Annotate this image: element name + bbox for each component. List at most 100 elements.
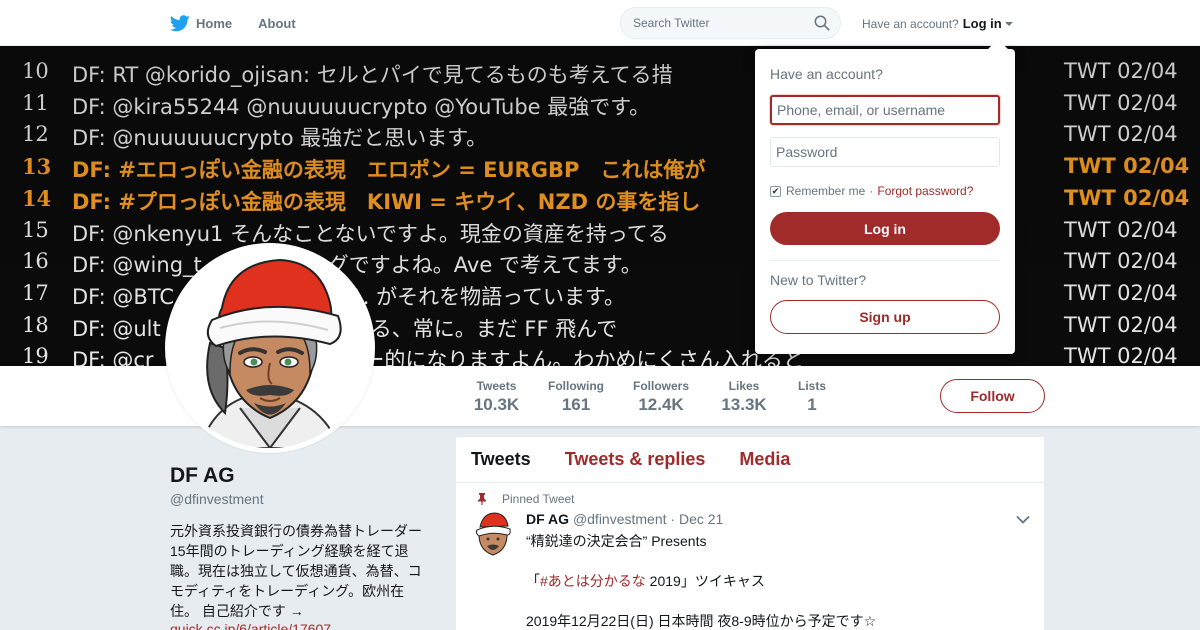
timeline-tabs: Tweets Tweets & replies Media [456, 437, 1044, 483]
account-prompt-text: Have an account? [862, 16, 959, 31]
tab-tweets-and-replies[interactable]: Tweets & replies [565, 449, 706, 470]
username-field[interactable] [770, 95, 1000, 125]
pinned-indicator: Pinned Tweet [478, 492, 575, 506]
banner-line-text: DF: @nkenyu1 そんなことないですよ。現金の資産を持ってる [72, 221, 669, 246]
tweet-avatar[interactable] [471, 510, 515, 560]
caret-down-icon [1004, 21, 1013, 26]
tweet-line-gap [526, 591, 1026, 611]
stat-following[interactable]: Following 161 [541, 366, 611, 426]
banner-line: 10 DF: RT @korido_ojisan: セルとパイで見てるものも考えて… [0, 56, 1200, 88]
stat-likes-value: 13.3K [721, 395, 767, 414]
banner-line-number: 15 [22, 217, 49, 242]
stat-following-value: 161 [561, 395, 591, 414]
banner-line-meta: TWT 02/04 [1064, 185, 1190, 210]
banner-line-number: 12 [22, 122, 49, 147]
pinned-label: Pinned Tweet [502, 492, 575, 506]
banner-line-number: 11 [22, 90, 49, 115]
stat-lists[interactable]: Lists 1 [792, 366, 832, 426]
banner-line-text: DF: @kira55244 @nuuuuuucrypto @YouTube 最… [72, 94, 651, 119]
banner-line-meta: TWT 02/04 [1064, 154, 1190, 179]
forgot-password-link[interactable]: Forgot password? [877, 184, 973, 198]
login-toggle-label: Log in [962, 16, 1002, 31]
banner-line-meta: TWT 02/04 [1064, 59, 1178, 83]
tweet-header: DF AG @dfinvestment · Dec 21 [526, 511, 723, 527]
stat-tweets[interactable]: Tweets 10.3K [460, 366, 533, 426]
tweet-body: “精鋭達の決定会合” Presents 「#あとは分かるな 2019」ツイキャス… [526, 531, 1026, 630]
banner-line-text: DF: #プロっぽい金融の表現 KIWI = キウイ、NZD の事を指し [72, 189, 701, 214]
banner-line: 12 DF: @nuuuuuucrypto 最強だと思います。 TWT 02/04 [0, 119, 1200, 151]
follow-button[interactable]: Follow [940, 379, 1045, 413]
stat-tweets-value: 10.3K [473, 395, 520, 414]
banner-line-meta: TWT 02/04 [1064, 217, 1178, 242]
tweet-separator: · [670, 511, 676, 527]
profile-handle[interactable]: @dfinvestment [170, 491, 264, 507]
banner-line-meta: TWT 02/04 [1064, 280, 1178, 305]
tweet-author-name[interactable]: DF AG [526, 511, 569, 527]
stat-followers[interactable]: Followers 12.4K [627, 366, 695, 426]
banner-line-meta: TWT 02/04 [1064, 249, 1178, 274]
avatar-illustration [170, 248, 370, 448]
tweet-date[interactable]: Dec 21 [679, 511, 723, 527]
tweet-line-1: “精鋭達の決定会合” Presents [526, 533, 707, 549]
banner-line: 13 DF: #エロっぽい金融の表現 エロポン = EURGBP これは俺が TWT… [0, 151, 1200, 183]
stat-likes[interactable]: Likes 13.3K [714, 366, 774, 426]
banner-line-number: 10 [22, 59, 49, 83]
nav-about[interactable]: About [258, 16, 296, 31]
banner-line-number: 16 [22, 249, 49, 274]
tweet-avatar-illustration [475, 512, 511, 556]
banner-line-number: 17 [22, 280, 49, 305]
banner-line-number: 13 [22, 154, 52, 180]
profile-link[interactable]: quick.cc.jp/6/article/17607 [170, 621, 331, 630]
nav-home-label: Home [196, 15, 233, 31]
banner-line-text: DF: @nuuuuuucrypto 最強だと思います。 [72, 126, 488, 151]
tab-tweets[interactable]: Tweets [471, 449, 531, 470]
banner-line: 14 DF: #プロっぽい金融の表現 KIWI = キウイ、NZD の事を指し TW… [0, 183, 1200, 215]
banner-line-text: DF: @wing_t イミングですよね。Ave で考えてます。 [72, 253, 642, 278]
login-dropdown-toggle[interactable]: Log in [963, 16, 1013, 31]
banner-line: 15 DF: @nkenyu1 そんなことないですよ。現金の資産を持ってる TWT … [0, 215, 1200, 247]
profile-name[interactable]: DF AG [170, 464, 235, 488]
password-field[interactable] [770, 137, 1000, 167]
stat-likes-label: Likes [728, 379, 760, 393]
stat-lists-value: 1 [807, 395, 817, 414]
banner-line-meta: TWT 02/04 [1064, 90, 1178, 115]
search-icon[interactable] [814, 15, 830, 31]
remember-separator: · [869, 184, 874, 198]
banner-line-meta: TWT 02/04 [1064, 122, 1178, 147]
banner-line: 16 DF: @wing_t イミングですよね。Ave で考えてます。 TWT 02… [0, 246, 1200, 278]
remember-me-checkbox[interactable]: ✔ [770, 185, 781, 197]
stat-lists-label: Lists [797, 379, 826, 393]
banner-line-number: 18 [22, 312, 49, 337]
tweet-line-2: 「#あとは分かるな 2019」ツイキャス [526, 571, 1026, 591]
banner-line-number: 19 [22, 344, 49, 366]
tweet-line-2-post: 2019」ツイキャス [645, 573, 765, 589]
profile-bio: 元外資系投資銀行の債券為替トレーダー15年間のトレーディング経験を経て退職。現在… [170, 523, 422, 619]
search-input[interactable] [621, 8, 811, 38]
banner-line-number: 14 [22, 185, 52, 211]
banner-line-text: DF: #エロっぽい金融の表現 エロポン = EURGBP これは俺が [72, 158, 706, 183]
stat-followers-value: 12.4K [638, 395, 684, 414]
remember-row: ✔ Remember me · Forgot password? [770, 184, 973, 198]
nav-left: Home About [170, 0, 322, 46]
tweet-line-3: 2019年12月22日(日) 日本時間 夜8-9時位から予定です☆ [526, 613, 877, 629]
banner-line: 11 DF: @kira55244 @nuuuuuucrypto @YouTube… [0, 88, 1200, 120]
tweet-author-handle[interactable]: @dfinvestment [573, 511, 667, 527]
new-to-twitter-label: New to Twitter? [770, 272, 867, 288]
tab-media[interactable]: Media [739, 449, 790, 470]
banner-line-text: DF: RT @korido_ojisan: セルとパイで見てるものも考えてる措 [72, 63, 673, 87]
login-dropdown: Have an account? ✔ Remember me · Forgot … [755, 39, 1015, 354]
twitter-bird-icon [170, 14, 190, 31]
nav-home[interactable]: Home [170, 14, 233, 32]
remember-me-label[interactable]: Remember me [786, 184, 865, 198]
tweet-hashtag-link[interactable]: #あとは分かるな [540, 573, 646, 589]
top-navigation: Home About Have an account? Log in [0, 0, 1200, 46]
banner-line-meta: TWT 02/04 [1064, 312, 1178, 337]
login-button[interactable]: Log in [770, 212, 1000, 245]
chevron-down-icon[interactable] [1016, 515, 1030, 525]
stat-tweets-label: Tweets [476, 379, 517, 393]
profile-avatar[interactable] [165, 243, 375, 453]
stat-following-label: Following [548, 379, 604, 393]
nav-about-label: About [258, 15, 296, 31]
tweet-line-gap [526, 551, 1026, 571]
signup-button[interactable]: Sign up [770, 300, 1000, 334]
